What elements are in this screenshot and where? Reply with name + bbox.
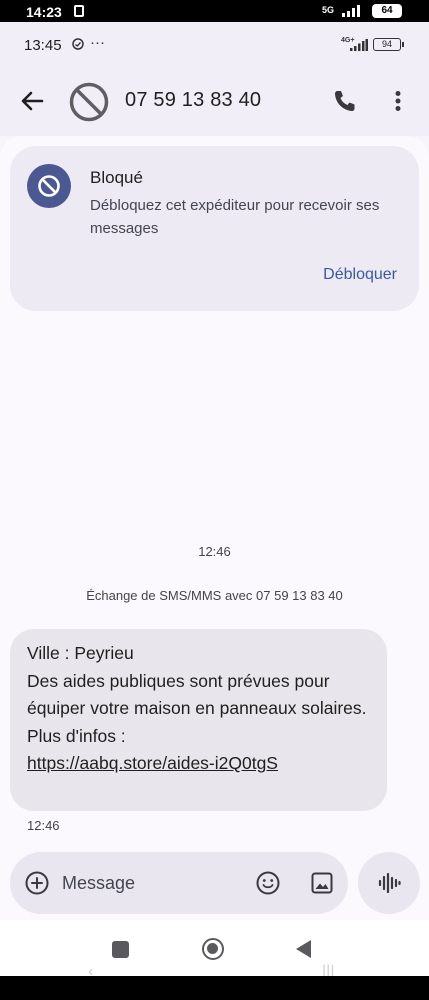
- signal-icon: [350, 39, 368, 51]
- add-circle-icon[interactable]: [24, 870, 50, 896]
- outer-battery-indicator: 64: [372, 4, 402, 18]
- battery-indicator: 94: [373, 38, 404, 51]
- message-bubble[interactable]: Ville : Peyrieu Des aides publiques sont…: [10, 629, 387, 811]
- home-button[interactable]: [202, 938, 224, 960]
- conversation-timestamp: 12:46: [198, 544, 231, 559]
- message-input[interactable]: [62, 865, 242, 901]
- blocked-description: Débloquez cet expéditeur pour recevoir s…: [90, 197, 380, 237]
- blocked-sender-card: Bloqué Débloquez cet expéditeur pour rec…: [10, 146, 419, 311]
- message-line-info: Plus d'infos :: [27, 725, 126, 746]
- more-notifications-icon: ···: [90, 34, 105, 51]
- message-line-body: Des aides publiques sont prévues pour éq…: [27, 670, 367, 719]
- conversation-header: 07 59 13 83 40: [0, 66, 429, 136]
- recents-button[interactable]: [112, 941, 129, 958]
- nav-back-button[interactable]: [296, 940, 311, 958]
- status-bar: 13:45 ··· 4G+ 94: [0, 22, 429, 66]
- blocked-icon: [27, 164, 71, 208]
- emoji-icon[interactable]: [255, 870, 281, 896]
- message-line-city: Ville : Peyrieu: [27, 643, 134, 663]
- voice-message-button[interactable]: [358, 852, 420, 914]
- status-time: 13:45: [24, 37, 62, 54]
- message-time: 12:46: [27, 818, 60, 833]
- exchange-note: Échange de SMS/MMS avec 07 59 13 83 40: [86, 588, 343, 603]
- bottom-strip: [0, 976, 429, 1000]
- page-title: 07 59 13 83 40: [125, 89, 262, 111]
- outer-status-time: 14:23: [26, 4, 62, 20]
- voice-waveform-icon: [378, 872, 401, 894]
- phone-icon[interactable]: [328, 86, 360, 116]
- blocked-title: Bloqué: [90, 168, 143, 187]
- screen-record-icon: [74, 5, 84, 17]
- signal-icon: [342, 5, 360, 17]
- system-nav-bar: ‹ |||: [0, 920, 429, 980]
- message-link[interactable]: https://aabq.store/aides-i2Q0tgS: [27, 753, 278, 773]
- compose-bar: [10, 852, 348, 914]
- more-vert-icon[interactable]: [385, 86, 411, 116]
- unblock-button[interactable]: Débloquer: [323, 266, 397, 284]
- back-arrow-icon[interactable]: [16, 86, 48, 116]
- gallery-icon[interactable]: [309, 870, 335, 896]
- outer-network-label: 5G: [322, 5, 335, 15]
- conversation-panel: Bloqué Débloquez cet expéditeur pour rec…: [0, 136, 429, 920]
- outer-status-bar: 14:23 5G 64: [0, 0, 429, 22]
- notification-icon: [72, 38, 84, 50]
- blocked-avatar-icon: [69, 82, 109, 122]
